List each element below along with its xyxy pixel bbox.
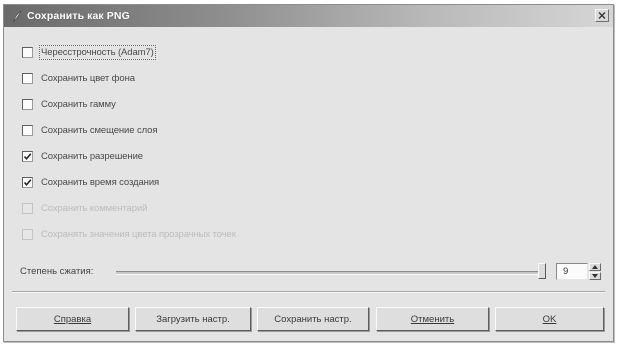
save-comment-option: Сохранить комментарий [22, 201, 147, 215]
checkmark-icon [23, 178, 32, 186]
spin-up-button[interactable] [589, 263, 601, 271]
load-defaults-button-label: Загрузить настр. [156, 313, 230, 325]
save-resolution-label: Сохранить разрешение [41, 150, 143, 162]
save-defaults-button-label: Сохранить настр. [274, 313, 352, 325]
save-creation-time-checkbox[interactable] [22, 176, 33, 188]
help-button[interactable]: Справка [16, 307, 129, 331]
save-transparent-color-label: Сохранять значения цвета прозрачных точе… [41, 228, 236, 240]
window-title: Сохранить как PNG [27, 10, 130, 22]
cancel-button[interactable]: Отменить [376, 307, 489, 331]
save-creation-time-option[interactable]: Сохранить время создания [22, 175, 159, 189]
compression-row: Степень сжатия: 9 [20, 262, 610, 282]
button-divider [12, 291, 605, 293]
save-gamma-checkbox[interactable] [22, 98, 33, 110]
interlace-option[interactable]: Чересстрочность (Adam7) [22, 44, 156, 60]
compression-value-input[interactable]: 9 [556, 263, 588, 280]
compression-slider-thumb[interactable] [538, 263, 546, 279]
arrow-down-icon [592, 274, 598, 278]
save-background-option[interactable]: Сохранить цвет фона [22, 71, 135, 85]
close-button[interactable] [595, 9, 609, 22]
compression-label: Степень сжатия: [20, 266, 94, 277]
interlace-checkbox[interactable] [22, 46, 33, 58]
title-bar[interactable]: Сохранить как PNG [4, 5, 613, 27]
save-layer-offset-option[interactable]: Сохранить смещение слоя [22, 123, 158, 137]
compression-spinner [589, 263, 601, 280]
save-transparent-color-checkbox [22, 228, 33, 240]
save-background-label: Сохранить цвет фона [41, 72, 135, 84]
spin-down-button[interactable] [589, 272, 601, 280]
save-resolution-checkbox[interactable] [22, 150, 33, 162]
arrow-up-icon [592, 265, 598, 269]
save-creation-time-label: Сохранить время создания [41, 176, 160, 188]
save-defaults-button[interactable]: Сохранить настр. [257, 307, 369, 331]
save-resolution-option[interactable]: Сохранить разрешение [22, 149, 143, 163]
cancel-button-label: Отменить [410, 313, 455, 325]
save-gamma-option[interactable]: Сохранить гамму [22, 97, 116, 111]
save-layer-offset-label: Сохранить смещение слоя [41, 124, 158, 136]
app-feather-icon [12, 10, 22, 23]
save-gamma-label: Сохранить гамму [41, 98, 116, 110]
ok-button-label: OK [542, 313, 557, 325]
load-defaults-button[interactable]: Загрузить настр. [135, 307, 251, 331]
ok-button[interactable]: OK [495, 307, 604, 331]
checkmark-icon [23, 152, 32, 160]
save-comment-checkbox [22, 202, 33, 214]
save-transparent-color-option: Сохранять значения цвета прозрачных точе… [22, 227, 236, 241]
help-button-label: Справка [53, 313, 92, 325]
save-layer-offset-checkbox[interactable] [22, 124, 33, 136]
save-background-checkbox[interactable] [22, 72, 33, 84]
save-comment-label: Сохранить комментарий [41, 202, 148, 214]
compression-slider-track[interactable] [116, 271, 542, 275]
interlace-label: Чересстрочность (Adam7) [39, 44, 156, 60]
close-icon [598, 10, 606, 22]
png-save-dialog: Сохранить как PNG Чересстрочность (Adam7… [3, 4, 614, 342]
